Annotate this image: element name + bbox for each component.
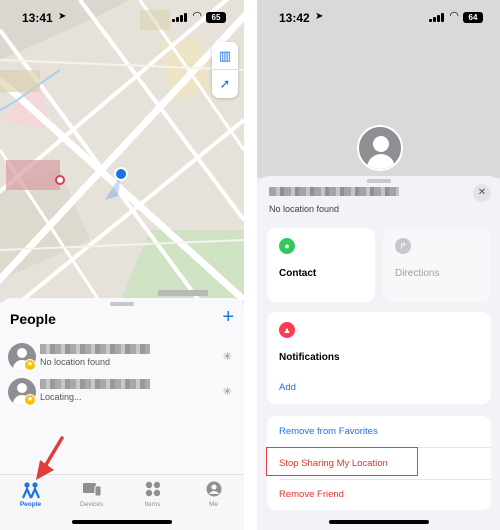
annotation-arrow-icon xyxy=(36,436,64,480)
battery-icon: 64 xyxy=(463,12,483,23)
location-arrow-icon: ➤ xyxy=(58,11,67,22)
person-detail-sheet: No location found ✕ ● Contact ↱ Directio… xyxy=(257,176,500,530)
directions-label: Directions xyxy=(395,268,440,279)
add-person-button[interactable]: + xyxy=(222,306,234,329)
tab-label: People xyxy=(19,501,42,508)
status-bar: 13:42 ➤ ◠ 64 xyxy=(257,0,500,36)
sheet-title: People xyxy=(10,311,56,327)
favorite-star-icon: ★ xyxy=(24,394,36,406)
person-name-redacted xyxy=(269,187,399,196)
notifications-card: ▲ Notifications Add xyxy=(267,312,491,404)
person-name-redacted xyxy=(40,344,150,354)
tab-bar: People Devices Items Me xyxy=(0,474,244,530)
directions-card[interactable]: ↱ Directions xyxy=(383,228,491,302)
wifi-icon: ◠ xyxy=(192,10,202,22)
person-status: No location found xyxy=(40,357,111,367)
tab-people[interactable]: People xyxy=(0,481,61,508)
notifications-label: Notifications xyxy=(279,352,340,363)
tab-label: Me xyxy=(208,501,219,508)
location-arrow-icon: ➤ xyxy=(315,11,324,22)
tab-label: Items xyxy=(144,501,161,508)
map-canvas xyxy=(0,0,244,302)
track-location-icon[interactable]: ➚ xyxy=(212,70,238,98)
divider xyxy=(279,479,491,480)
me-icon xyxy=(183,481,244,499)
home-indicator xyxy=(72,520,172,524)
people-screen: 13:41 ➤ ◠ 65 ▥ ➚ People + ★ No location … xyxy=(0,0,244,530)
sheet-grabber[interactable] xyxy=(110,302,134,306)
status-time: 13:42 xyxy=(279,11,310,25)
contact-card[interactable]: ● Contact xyxy=(267,228,375,302)
favorite-star-icon: ★ xyxy=(24,359,36,371)
signal-icon xyxy=(172,13,187,22)
sheet-grabber[interactable] xyxy=(367,179,391,183)
user-location-dot xyxy=(116,169,126,179)
highlight-box xyxy=(266,447,418,476)
status-time: 13:41 xyxy=(22,11,53,25)
add-notification-link[interactable]: Add xyxy=(279,382,296,393)
battery-icon: 65 xyxy=(206,12,226,23)
contact-icon: ● xyxy=(279,238,295,254)
tab-me[interactable]: Me xyxy=(183,481,244,508)
remove-friend-button[interactable]: Remove Friend xyxy=(279,489,344,500)
bell-icon: ▲ xyxy=(279,322,295,338)
person-row[interactable]: ★ Locating... ✳ xyxy=(8,375,236,409)
person-status: No location found xyxy=(269,204,340,214)
person-name-redacted xyxy=(40,379,150,389)
wifi-icon: ◠ xyxy=(449,10,459,22)
status-bar: 13:41 ➤ ◠ 65 xyxy=(0,0,244,36)
signal-icon xyxy=(429,13,444,22)
person-avatar xyxy=(357,125,403,171)
people-icon xyxy=(0,481,61,499)
contact-label: Contact xyxy=(279,268,317,279)
map-view[interactable]: ▥ ➚ xyxy=(0,0,244,302)
devices-icon xyxy=(61,481,122,499)
directions-icon: ↱ xyxy=(395,238,411,254)
person-status: Locating... xyxy=(40,392,82,402)
items-icon xyxy=(122,481,183,499)
map-controls: ▥ ➚ xyxy=(212,42,238,98)
map-mode-icon[interactable]: ▥ xyxy=(212,42,238,70)
loading-spinner-icon: ✳ xyxy=(222,386,232,398)
close-button[interactable]: ✕ xyxy=(473,184,491,202)
home-indicator xyxy=(329,520,429,524)
tab-devices[interactable]: Devices xyxy=(61,481,122,508)
tab-label: Devices xyxy=(79,501,104,508)
loading-spinner-icon: ✳ xyxy=(222,351,232,363)
person-row[interactable]: ★ No location found ✳ xyxy=(8,340,236,374)
tab-items[interactable]: Items xyxy=(122,481,183,508)
remove-from-favorites-button[interactable]: Remove from Favorites xyxy=(279,426,378,437)
